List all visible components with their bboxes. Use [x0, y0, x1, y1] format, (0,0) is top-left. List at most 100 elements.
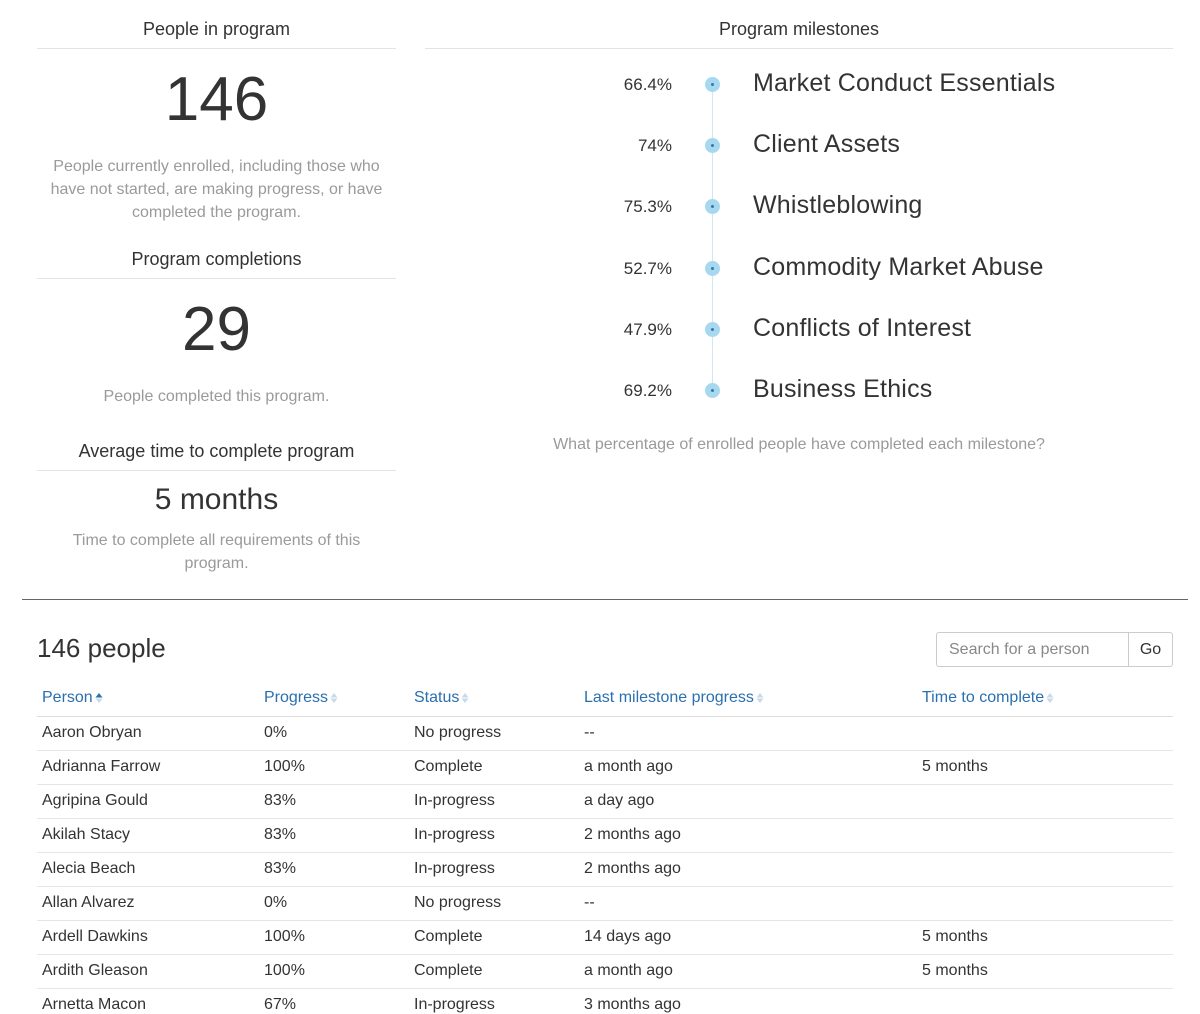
- status-cell: In-progress: [409, 784, 579, 819]
- enrolled-stat: People in program 146 People currently e…: [37, 0, 396, 224]
- milestone-row: 52.7% Commodity Market Abuse: [425, 253, 1173, 283]
- table-row: Akilah Stacy 83% In-progress 2 months ago: [37, 818, 1173, 853]
- column-label: Last milestone progress: [584, 689, 754, 707]
- progress-cell: 0%: [259, 716, 409, 751]
- completions-count: 29: [182, 295, 251, 364]
- program-report-page: People in program 146 People currently e…: [0, 0, 1200, 1014]
- milestone-percent: 75.3%: [623, 197, 672, 216]
- milestone-dot-icon: [705, 261, 720, 276]
- last-milestone-cell: --: [579, 716, 917, 751]
- column-label: Person: [42, 689, 93, 707]
- table-row: Ardell Dawkins 100% Complete 14 days ago 5 m…: [37, 920, 1173, 955]
- column-header-progress[interactable]: Progress: [259, 681, 409, 717]
- search-input[interactable]: [936, 632, 1128, 667]
- last-milestone-cell: a day ago: [579, 784, 917, 819]
- person-name: Arnetta Macon: [37, 988, 259, 1014]
- progress-cell: 100%: [259, 954, 409, 989]
- sort-icon: [756, 692, 764, 704]
- milestone-dot-icon: [705, 322, 720, 337]
- milestone-name: Client Assets: [753, 130, 901, 158]
- table-row: Aaron Obryan 0% No progress --: [37, 716, 1173, 751]
- enrolled-description: People currently enrolled, including tho…: [50, 158, 383, 221]
- status-cell: Complete: [409, 750, 579, 785]
- milestones-timeline: 66.4% Market Conduct Essentials 74% Clie…: [425, 49, 1173, 429]
- progress-cell: 83%: [259, 818, 409, 853]
- table-row: Adrianna Farrow 100% Complete a month ago 5 …: [37, 750, 1173, 785]
- person-name: Alecia Beach: [37, 852, 259, 887]
- progress-cell: 100%: [259, 750, 409, 785]
- milestone-row: 74% Client Assets: [425, 130, 1173, 160]
- person-name: Adrianna Farrow: [37, 750, 259, 785]
- milestone-row: 75.3% Whistleblowing: [425, 191, 1173, 221]
- milestone-percent: 52.7%: [623, 259, 672, 278]
- time-to-complete-cell: [917, 818, 1173, 853]
- table-row: Agripina Gould 83% In-progress a day ago: [37, 784, 1173, 819]
- table-row: Ardith Gleason 100% Complete a month ago 5 m…: [37, 954, 1173, 989]
- status-cell: Complete: [409, 920, 579, 955]
- column-label: Progress: [264, 689, 329, 707]
- milestone-dot-icon: [705, 383, 720, 398]
- milestone-dot-icon: [705, 77, 720, 92]
- milestone-name: Business Ethics: [753, 375, 933, 403]
- person-name: Ardith Gleason: [37, 954, 259, 989]
- time-to-complete-cell: [917, 852, 1173, 887]
- completions-description: People completed this program.: [103, 388, 330, 405]
- last-milestone-cell: a month ago: [579, 954, 917, 989]
- milestone-name: Commodity Market Abuse: [753, 253, 1044, 281]
- table-row: Arnetta Macon 67% In-progress 3 months ago: [37, 988, 1173, 1014]
- program-stats-panel: People in program 146 People currently e…: [37, 0, 396, 575]
- section-divider: [22, 599, 1188, 600]
- people-count-heading: 146 people: [37, 633, 166, 663]
- milestones-panel: Program milestones 66.4% Market Conduct …: [425, 0, 1173, 453]
- milestones-caption: What percentage of enrolled people have …: [553, 436, 1045, 453]
- progress-cell: 0%: [259, 886, 409, 921]
- column-header-status[interactable]: Status: [409, 681, 579, 717]
- last-milestone-cell: a month ago: [579, 750, 917, 785]
- person-search: Go: [936, 632, 1173, 667]
- last-milestone-cell: 2 months ago: [579, 852, 917, 887]
- people-table: Person Progress Status Last milestone pr…: [37, 681, 1173, 1014]
- progress-cell: 83%: [259, 784, 409, 819]
- sort-icon: [461, 692, 469, 704]
- person-name: Ardell Dawkins: [37, 920, 259, 955]
- completions-stat: Program completions 29 People completed …: [37, 249, 396, 408]
- progress-cell: 67%: [259, 988, 409, 1014]
- status-cell: No progress: [409, 886, 579, 921]
- table-header-row: Person Progress Status Last milestone pr…: [37, 681, 1173, 717]
- milestone-row: 47.9% Conflicts of Interest: [425, 314, 1173, 344]
- progress-cell: 100%: [259, 920, 409, 955]
- status-cell: In-progress: [409, 852, 579, 887]
- enrolled-title: People in program: [37, 0, 396, 49]
- time-to-complete-cell: [917, 784, 1173, 819]
- last-milestone-cell: --: [579, 886, 917, 921]
- avg-time-stat: Average time to complete program 5 month…: [37, 441, 396, 575]
- column-label: Time to complete: [922, 689, 1045, 707]
- status-cell: Complete: [409, 954, 579, 989]
- go-button[interactable]: Go: [1128, 632, 1173, 667]
- sort-icon: [330, 692, 338, 704]
- avg-time-description: Time to complete all requirements of thi…: [72, 532, 361, 572]
- milestone-dot-icon: [705, 199, 720, 214]
- avg-time-value: 5 months: [154, 483, 279, 516]
- progress-cell: 83%: [259, 852, 409, 887]
- sort-icon: [1046, 692, 1054, 704]
- column-header-time-to-complete[interactable]: Time to complete: [917, 681, 1173, 717]
- person-name: Allan Alvarez: [37, 886, 259, 921]
- enrolled-count: 146: [164, 65, 269, 134]
- milestone-percent: 74%: [637, 136, 672, 155]
- time-to-complete-cell: 5 months: [917, 954, 1173, 989]
- last-milestone-cell: 3 months ago: [579, 988, 917, 1014]
- column-header-person[interactable]: Person: [37, 681, 259, 717]
- time-to-complete-cell: 5 months: [917, 750, 1173, 785]
- table-row: Allan Alvarez 0% No progress --: [37, 886, 1173, 921]
- milestone-name: Market Conduct Essentials: [753, 69, 1056, 97]
- time-to-complete-cell: 5 months: [917, 920, 1173, 955]
- milestone-name: Conflicts of Interest: [753, 314, 972, 342]
- column-header-last-milestone[interactable]: Last milestone progress: [579, 681, 917, 717]
- time-to-complete-cell: [917, 988, 1173, 1014]
- status-cell: In-progress: [409, 988, 579, 1014]
- completions-title: Program completions: [37, 249, 396, 279]
- person-name: Agripina Gould: [37, 784, 259, 819]
- milestone-name: Whistleblowing: [753, 191, 923, 219]
- milestone-dot-icon: [705, 138, 720, 153]
